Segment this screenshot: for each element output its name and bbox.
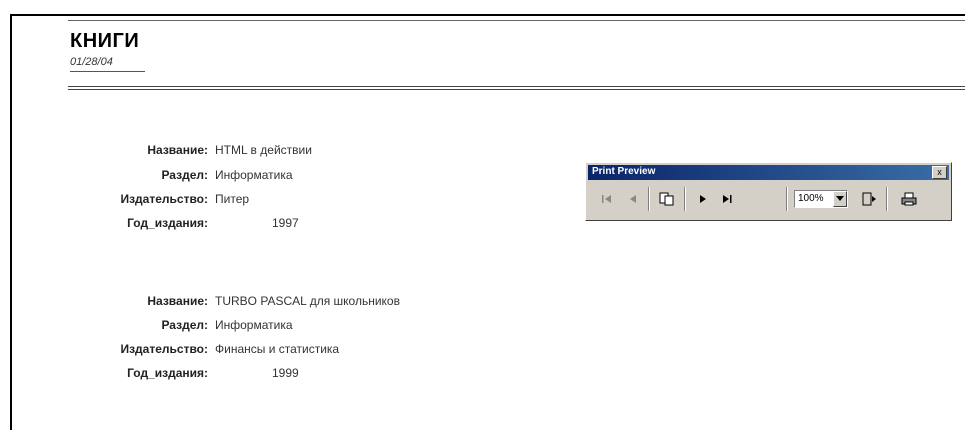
year-value: 1997: [272, 216, 299, 230]
first-page-button[interactable]: [596, 188, 618, 210]
field-row-section: Раздел: Информатика: [0, 318, 600, 338]
header-rule-bottom: [68, 89, 965, 90]
section-label: Раздел:: [161, 168, 208, 182]
print-icon: [901, 192, 917, 206]
print-button[interactable]: [898, 188, 920, 210]
two-pages-icon: [659, 192, 674, 206]
close-preview-button[interactable]: [858, 188, 880, 210]
field-row-name: Название: HTML в действии: [0, 143, 600, 163]
prev-page-button[interactable]: [622, 188, 644, 210]
last-page-button[interactable]: [716, 188, 738, 210]
section-value: Информатика: [215, 318, 293, 332]
year-label: Год_издания:: [127, 216, 208, 230]
field-row-year: Год_издания: 1997: [0, 216, 600, 236]
page-border-top-inner: [68, 20, 965, 21]
publisher-label: Издательство:: [120, 192, 208, 206]
field-row-year: Год_издания: 1999: [0, 366, 600, 386]
field-row-section: Раздел: Информатика: [0, 168, 600, 188]
name-label: Название:: [147, 143, 208, 157]
header-rule-top: [68, 86, 965, 87]
prev-page-icon: [630, 195, 636, 203]
toolbar-separator: [684, 187, 686, 211]
zoom-dropdown-button[interactable]: [833, 191, 847, 207]
publisher-value: Финансы и статистика: [215, 342, 340, 356]
field-row-publisher: Издательство: Питер: [0, 192, 600, 212]
report-date: 01/28/04: [70, 56, 113, 68]
next-page-icon: [700, 195, 706, 203]
toolbar-separator: [886, 187, 888, 211]
name-label: Название:: [147, 294, 208, 308]
next-page-button[interactable]: [692, 188, 714, 210]
publisher-label: Издательство:: [120, 342, 208, 356]
date-underline: [70, 71, 145, 72]
page-border-top: [10, 14, 965, 16]
year-label: Год_издания:: [127, 366, 208, 380]
name-value: TURBO PASCAL для школьников: [215, 294, 400, 308]
toolbar-titlebar[interactable]: Print Preview x: [588, 165, 949, 180]
zoom-dropdown-icon: [836, 196, 844, 201]
zoom-value: 100%: [798, 193, 824, 204]
first-page-icon: [602, 195, 611, 203]
section-label: Раздел:: [161, 318, 208, 332]
zoom-select[interactable]: 100%: [794, 190, 848, 208]
name-value: HTML в действии: [215, 143, 312, 157]
toolbar-separator: [648, 187, 650, 211]
close-preview-icon: [862, 192, 876, 206]
last-page-icon: [723, 195, 732, 203]
year-value: 1999: [272, 366, 299, 380]
field-row-publisher: Издательство: Финансы и статистика: [0, 342, 600, 362]
two-pages-button[interactable]: [656, 188, 678, 210]
field-row-name: Название: TURBO PASCAL для школьников: [0, 294, 600, 314]
publisher-value: Питер: [215, 192, 250, 206]
print-preview-toolbar: Print Preview x 100%: [585, 162, 952, 221]
toolbar-separator: [786, 187, 788, 211]
toolbar-title: Print Preview: [592, 166, 656, 177]
section-value: Информатика: [215, 168, 293, 182]
report-title: КНИГИ: [70, 30, 140, 52]
close-toolbar-button[interactable]: x: [932, 166, 947, 179]
